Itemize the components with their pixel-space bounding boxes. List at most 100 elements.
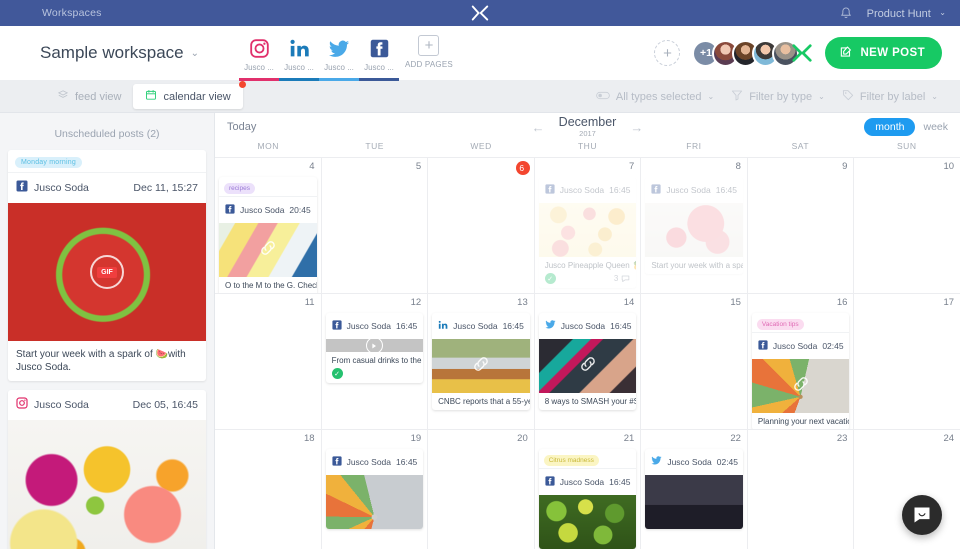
page-tab-linkedin[interactable]: Jusco ... <box>279 26 320 81</box>
calendar-day-cell[interactable]: 11 <box>215 294 322 429</box>
approved-icon: ✓ <box>544 273 556 284</box>
facebook-icon <box>545 181 555 199</box>
calendar-day-cell[interactable]: 4 recipes Jusco Soda 20:45 O to the M to the… <box>215 158 322 293</box>
today-badge: 6 <box>515 161 530 175</box>
calendar-post-card[interactable]: Jusco Soda 16:45 From casual drinks to the… <box>325 313 424 383</box>
page-tab-underline <box>359 77 400 81</box>
calendar-day-cell[interactable]: 10 <box>854 158 960 293</box>
page-tab-facebook[interactable]: Jusco ... <box>359 26 400 81</box>
week-view-button[interactable]: week <box>923 121 948 133</box>
today-button[interactable]: Today <box>227 121 256 133</box>
post-time: 02:45 <box>716 457 739 467</box>
calendar-day-cell[interactable]: 14 Jusco Soda 16:45 8 ways to SMASH your #S… <box>535 294 642 429</box>
post-header: Jusco Soda 16:45 <box>326 313 424 339</box>
filter-by-type[interactable]: Filter by type ⌄ <box>731 89 825 104</box>
add-pages-button[interactable]: + ADD PAGES <box>405 26 453 81</box>
day-number: 18 <box>304 433 315 444</box>
month-view-button[interactable]: month <box>864 118 916 136</box>
dow-tue: TUE <box>365 141 384 151</box>
calendar-day-cell[interactable]: 23 <box>748 430 855 549</box>
filter-all-types[interactable]: All types selected ⌄ <box>596 91 714 103</box>
calendar-day-cell[interactable]: 15 <box>641 294 748 429</box>
post-header: Jusco Soda 16:45 <box>539 177 637 203</box>
chat-icon[interactable] <box>902 495 942 535</box>
dow-thu: THU <box>577 141 597 151</box>
calendar-week-row: 11 12 Jusco Soda 16:45 From casual drinks to… <box>215 294 960 430</box>
post-page-name: Jusco Soda <box>34 399 89 411</box>
team-avatars[interactable]: +1 <box>692 39 813 67</box>
day-number: 4 <box>309 161 315 172</box>
gif-overlay: GIF <box>8 203 206 341</box>
link-overlay <box>219 223 317 277</box>
linkedin-icon <box>438 317 448 335</box>
calendar-view-tab[interactable]: calendar view <box>133 84 243 109</box>
account-menu[interactable]: Product Hunt ⌄ <box>867 4 946 22</box>
calendar-day-cell[interactable]: 20 <box>428 430 535 549</box>
calendar-day-cell[interactable]: 21 Citrus madness Jusco Soda 16:45 <box>535 430 642 549</box>
new-post-button[interactable]: NEW POST <box>825 37 942 69</box>
calendar-day-cell[interactable]: 13 Jusco Soda 16:45 CNBC reports that a 55-… <box>428 294 535 429</box>
calendar-post-card[interactable]: Jusco Soda 16:45 Start your week with a sp… <box>645 177 743 274</box>
page-tab-twitter[interactable]: Jusco ... <box>319 26 360 81</box>
comment-icon <box>622 275 630 282</box>
page-tab-instagram[interactable]: Jusco ... <box>239 26 280 81</box>
calendar-day-cell[interactable]: 6 <box>428 158 535 293</box>
calendar-day-cell[interactable]: 22 Jusco Soda 02:45 <box>641 430 748 549</box>
calendar-day-cell[interactable]: 7 Jusco Soda 16:45 Jusco Pineapple Queen 🍍 … <box>535 158 642 293</box>
comment-count[interactable]: 3 <box>614 274 630 283</box>
feed-view-tab[interactable]: feed view <box>45 84 133 109</box>
page-tab-underline <box>239 77 280 81</box>
post-page-name: Jusco Soda <box>240 205 285 215</box>
day-number: 8 <box>735 161 741 172</box>
post-media: GIF <box>8 203 206 341</box>
filter-by-label[interactable]: Filter by label ⌄ <box>842 89 938 104</box>
play-icon <box>365 337 383 354</box>
account-name: Product Hunt <box>866 8 931 20</box>
calendar-day-cell[interactable]: 18 <box>215 430 322 549</box>
header-actions: + +1 NEW POST <box>654 37 960 69</box>
post-text: CNBC reports that a 55-year... <box>438 397 530 406</box>
calendar-day-cell[interactable]: 17 <box>854 294 960 429</box>
social-pages-tabs: Jusco ... Jusco ... Jusco ... Jusco ... … <box>239 26 453 81</box>
calendar-day-cell[interactable]: 8 Jusco Soda 16:45 Start your week with a s… <box>641 158 748 293</box>
unscheduled-post-card[interactable]: Jusco Soda Dec 05, 16:45 <box>8 390 206 549</box>
day-number: 20 <box>517 433 528 444</box>
post-header: Jusco Soda 02:45 <box>751 332 850 359</box>
bell-icon[interactable] <box>839 6 853 21</box>
calendar-day-cell[interactable]: 24 <box>854 430 960 549</box>
calendar-post-card[interactable]: Jusco Soda 16:45 8 ways to SMASH your #So.… <box>538 313 637 410</box>
unscheduled-post-card[interactable]: Monday morning Jusco Soda Dec 11, 15:27 … <box>8 150 206 381</box>
calendar-day-cell[interactable]: 19 Jusco Soda 16:45 <box>322 430 429 549</box>
calendar-day-cell[interactable]: 16 Vacation tips Jusco Soda 02:45 Planning y… <box>748 294 855 429</box>
calendar-week-row: 18 19 Jusco Soda 16:45 20 21 Citrus madness Jus… <box>215 430 960 549</box>
post-time: 16:45 <box>715 185 738 195</box>
workspace-selector[interactable]: Sample workspace ⌄ <box>40 43 199 63</box>
unscheduled-posts-sidebar: Unscheduled posts (2) Monday morning Jus… <box>0 113 215 549</box>
facebook-icon <box>331 317 342 335</box>
calendar-post-card[interactable]: Jusco Soda 16:45 Jusco Pineapple Queen 🍍 -… <box>538 177 637 288</box>
page-tab-underline <box>319 77 360 81</box>
calendar-post-card[interactable]: recipes Jusco Soda 20:45 O to the M to the … <box>219 177 317 293</box>
workspaces-link[interactable]: Workspaces <box>42 7 102 19</box>
calendar-weeks: 4 recipes Jusco Soda 20:45 O to the M to the… <box>215 158 960 549</box>
arrow-right-icon[interactable]: → <box>630 120 643 135</box>
notification-dot <box>238 81 246 88</box>
arrow-left-icon[interactable]: ← <box>532 120 545 135</box>
calendar-day-cell[interactable]: 5 <box>322 158 429 293</box>
post-media <box>538 495 637 549</box>
post-media <box>751 359 850 413</box>
new-post-label: NEW POST <box>860 47 925 59</box>
post-text: Jusco Pineapple Queen 🍍 -... <box>544 261 637 270</box>
day-number: 5 <box>415 161 422 172</box>
calendar-post-card[interactable]: Vacation tips Jusco Soda 02:45 Planning you… <box>751 313 850 429</box>
calendar-post-card[interactable]: Jusco Soda 16:45 <box>325 449 424 529</box>
calendar-post-card[interactable]: Jusco Soda 02:45 <box>645 449 743 529</box>
post-time: 16:45 <box>610 321 632 331</box>
post-header: Jusco Soda 20:45 <box>219 196 317 223</box>
calendar-day-cell[interactable]: 9 <box>748 158 855 293</box>
post-header: Jusco Soda 16:45 <box>326 449 424 475</box>
calendar-post-card[interactable]: Citrus madness Jusco Soda 16:45 <box>538 449 637 549</box>
calendar-day-cell[interactable]: 12 Jusco Soda 16:45 From casual drinks to t… <box>322 294 429 429</box>
calendar-post-card[interactable]: Jusco Soda 16:45 CNBC reports that a 55-ye… <box>432 313 530 410</box>
add-member-button[interactable]: + <box>654 40 681 66</box>
